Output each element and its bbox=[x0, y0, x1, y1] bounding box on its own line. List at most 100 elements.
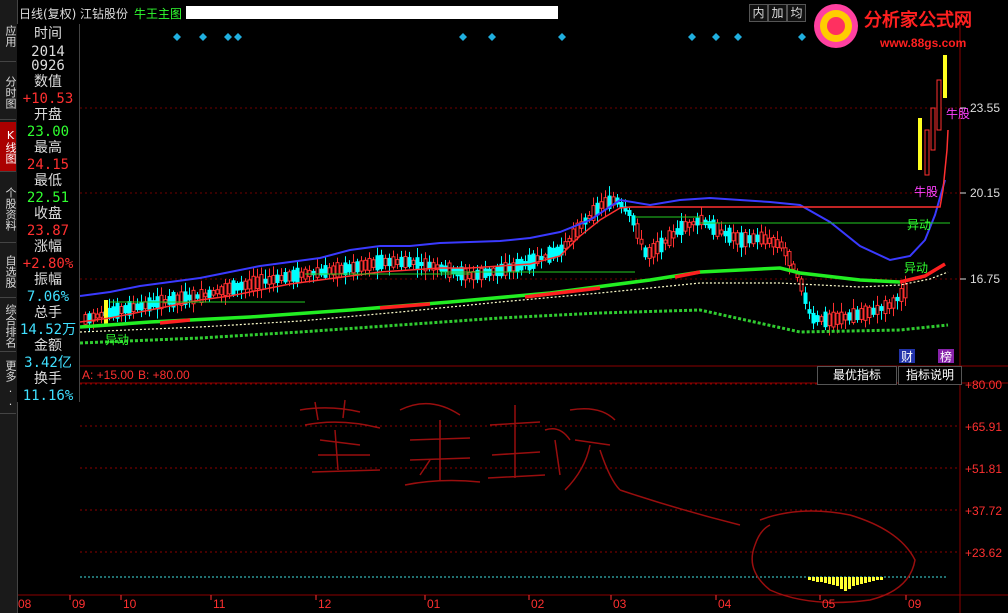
candle bbox=[387, 257, 392, 267]
candle bbox=[255, 276, 260, 290]
candle bbox=[723, 230, 728, 237]
candle bbox=[867, 306, 872, 319]
candle bbox=[791, 263, 796, 270]
candle bbox=[659, 237, 664, 253]
candle bbox=[743, 232, 748, 248]
candle bbox=[275, 274, 280, 284]
candle bbox=[727, 227, 732, 243]
signal-diamond bbox=[488, 33, 496, 41]
candle bbox=[515, 258, 520, 273]
sidebar-item-watchlist[interactable]: 自选股 bbox=[0, 246, 17, 298]
amount-value: 3.42亿 bbox=[24, 355, 72, 371]
low-value: 22.51 bbox=[26, 190, 70, 206]
candle bbox=[831, 311, 836, 328]
candle bbox=[787, 251, 792, 267]
candle bbox=[819, 316, 824, 322]
candle bbox=[863, 305, 868, 321]
candle bbox=[551, 247, 556, 259]
candle bbox=[627, 210, 632, 216]
command-input[interactable] bbox=[186, 6, 558, 19]
kline-chart[interactable]: 23.55 20.15 16.75 +80.00 +65.91 +51.81 +… bbox=[0, 0, 1008, 613]
add-button[interactable]: 加 bbox=[768, 4, 787, 22]
signal-diamond bbox=[234, 33, 242, 41]
candle bbox=[679, 220, 684, 236]
signal-diamond bbox=[173, 33, 181, 41]
value-label: 数值 bbox=[34, 74, 62, 90]
candle bbox=[799, 278, 804, 292]
candle bbox=[571, 228, 576, 242]
candle bbox=[267, 276, 272, 285]
candle bbox=[195, 294, 200, 299]
main-indicator-name[interactable]: 牛王主图 bbox=[134, 5, 182, 22]
candle bbox=[779, 241, 784, 249]
bang-badge: 榜 bbox=[940, 349, 952, 364]
sidebar-item-apps[interactable]: 应用 bbox=[0, 10, 17, 62]
candle bbox=[635, 223, 640, 239]
best-indicator-button[interactable]: 最优指标 bbox=[817, 366, 897, 385]
yidong-label: 异动 bbox=[907, 218, 931, 232]
histogram-bar bbox=[808, 577, 811, 580]
candle bbox=[415, 257, 420, 270]
candle bbox=[711, 219, 716, 235]
candle bbox=[451, 268, 456, 275]
candle bbox=[683, 221, 688, 232]
candle bbox=[203, 292, 208, 298]
candle bbox=[467, 271, 472, 279]
sidebar-item-kline[interactable]: K线图 bbox=[0, 122, 17, 172]
candle bbox=[259, 274, 264, 290]
candle bbox=[347, 264, 352, 273]
candle bbox=[215, 289, 220, 295]
x-axis-label: 11 bbox=[213, 597, 226, 611]
avg-button[interactable]: 均 bbox=[787, 4, 806, 22]
candle bbox=[239, 281, 244, 291]
period-label[interactable]: 日线(复权) bbox=[19, 5, 76, 22]
candle bbox=[631, 215, 636, 226]
candle bbox=[763, 234, 768, 245]
candle bbox=[335, 262, 340, 278]
niugu-label: 牛股 bbox=[914, 184, 938, 199]
indicator-help-button[interactable]: 指标说明 bbox=[898, 366, 962, 385]
histogram-bar bbox=[844, 577, 847, 591]
candle bbox=[403, 256, 408, 268]
candle bbox=[123, 305, 128, 314]
sidebar-item-timeshare[interactable]: 分时图 bbox=[0, 66, 17, 120]
sub-tick: +80.00 bbox=[965, 378, 1002, 392]
signal-diamond bbox=[199, 33, 207, 41]
highlight-candle bbox=[943, 55, 947, 98]
svg-text:分析家公式网: 分析家公式网 bbox=[864, 9, 972, 31]
candle bbox=[279, 275, 284, 281]
sidebar-item-ranking[interactable]: 综合排名 bbox=[0, 300, 17, 352]
candle bbox=[399, 256, 404, 268]
candle bbox=[271, 274, 276, 285]
candle bbox=[131, 303, 136, 313]
cai-badge: 财 bbox=[901, 350, 913, 364]
candle bbox=[351, 261, 356, 274]
candle bbox=[823, 311, 828, 328]
candle bbox=[903, 283, 908, 299]
candle bbox=[875, 304, 880, 315]
candle bbox=[703, 219, 708, 226]
candle bbox=[859, 308, 864, 320]
x-axis-label: 08 bbox=[18, 597, 32, 611]
change-value: +2.80% bbox=[22, 256, 74, 272]
candle bbox=[119, 306, 124, 314]
candle bbox=[315, 267, 320, 278]
histogram-bar bbox=[868, 577, 871, 582]
inner-button[interactable]: 内 bbox=[749, 4, 768, 22]
sidebar-item-profile[interactable]: 个股资料 bbox=[0, 175, 17, 243]
candle bbox=[143, 301, 148, 310]
histogram-bar bbox=[876, 577, 879, 580]
candle bbox=[675, 228, 680, 235]
candle bbox=[291, 269, 296, 282]
signal-diamond bbox=[459, 33, 467, 41]
histogram-bar bbox=[824, 577, 827, 583]
candle bbox=[495, 265, 500, 277]
yidong-label: 异动 bbox=[904, 261, 928, 275]
candle bbox=[655, 241, 660, 255]
amplitude-label: 振幅 bbox=[34, 272, 62, 288]
sidebar-item-more[interactable]: 更多.. bbox=[0, 354, 17, 414]
candle bbox=[775, 239, 780, 249]
candle bbox=[111, 306, 116, 317]
histogram-bar bbox=[872, 577, 875, 581]
candle bbox=[147, 297, 152, 312]
